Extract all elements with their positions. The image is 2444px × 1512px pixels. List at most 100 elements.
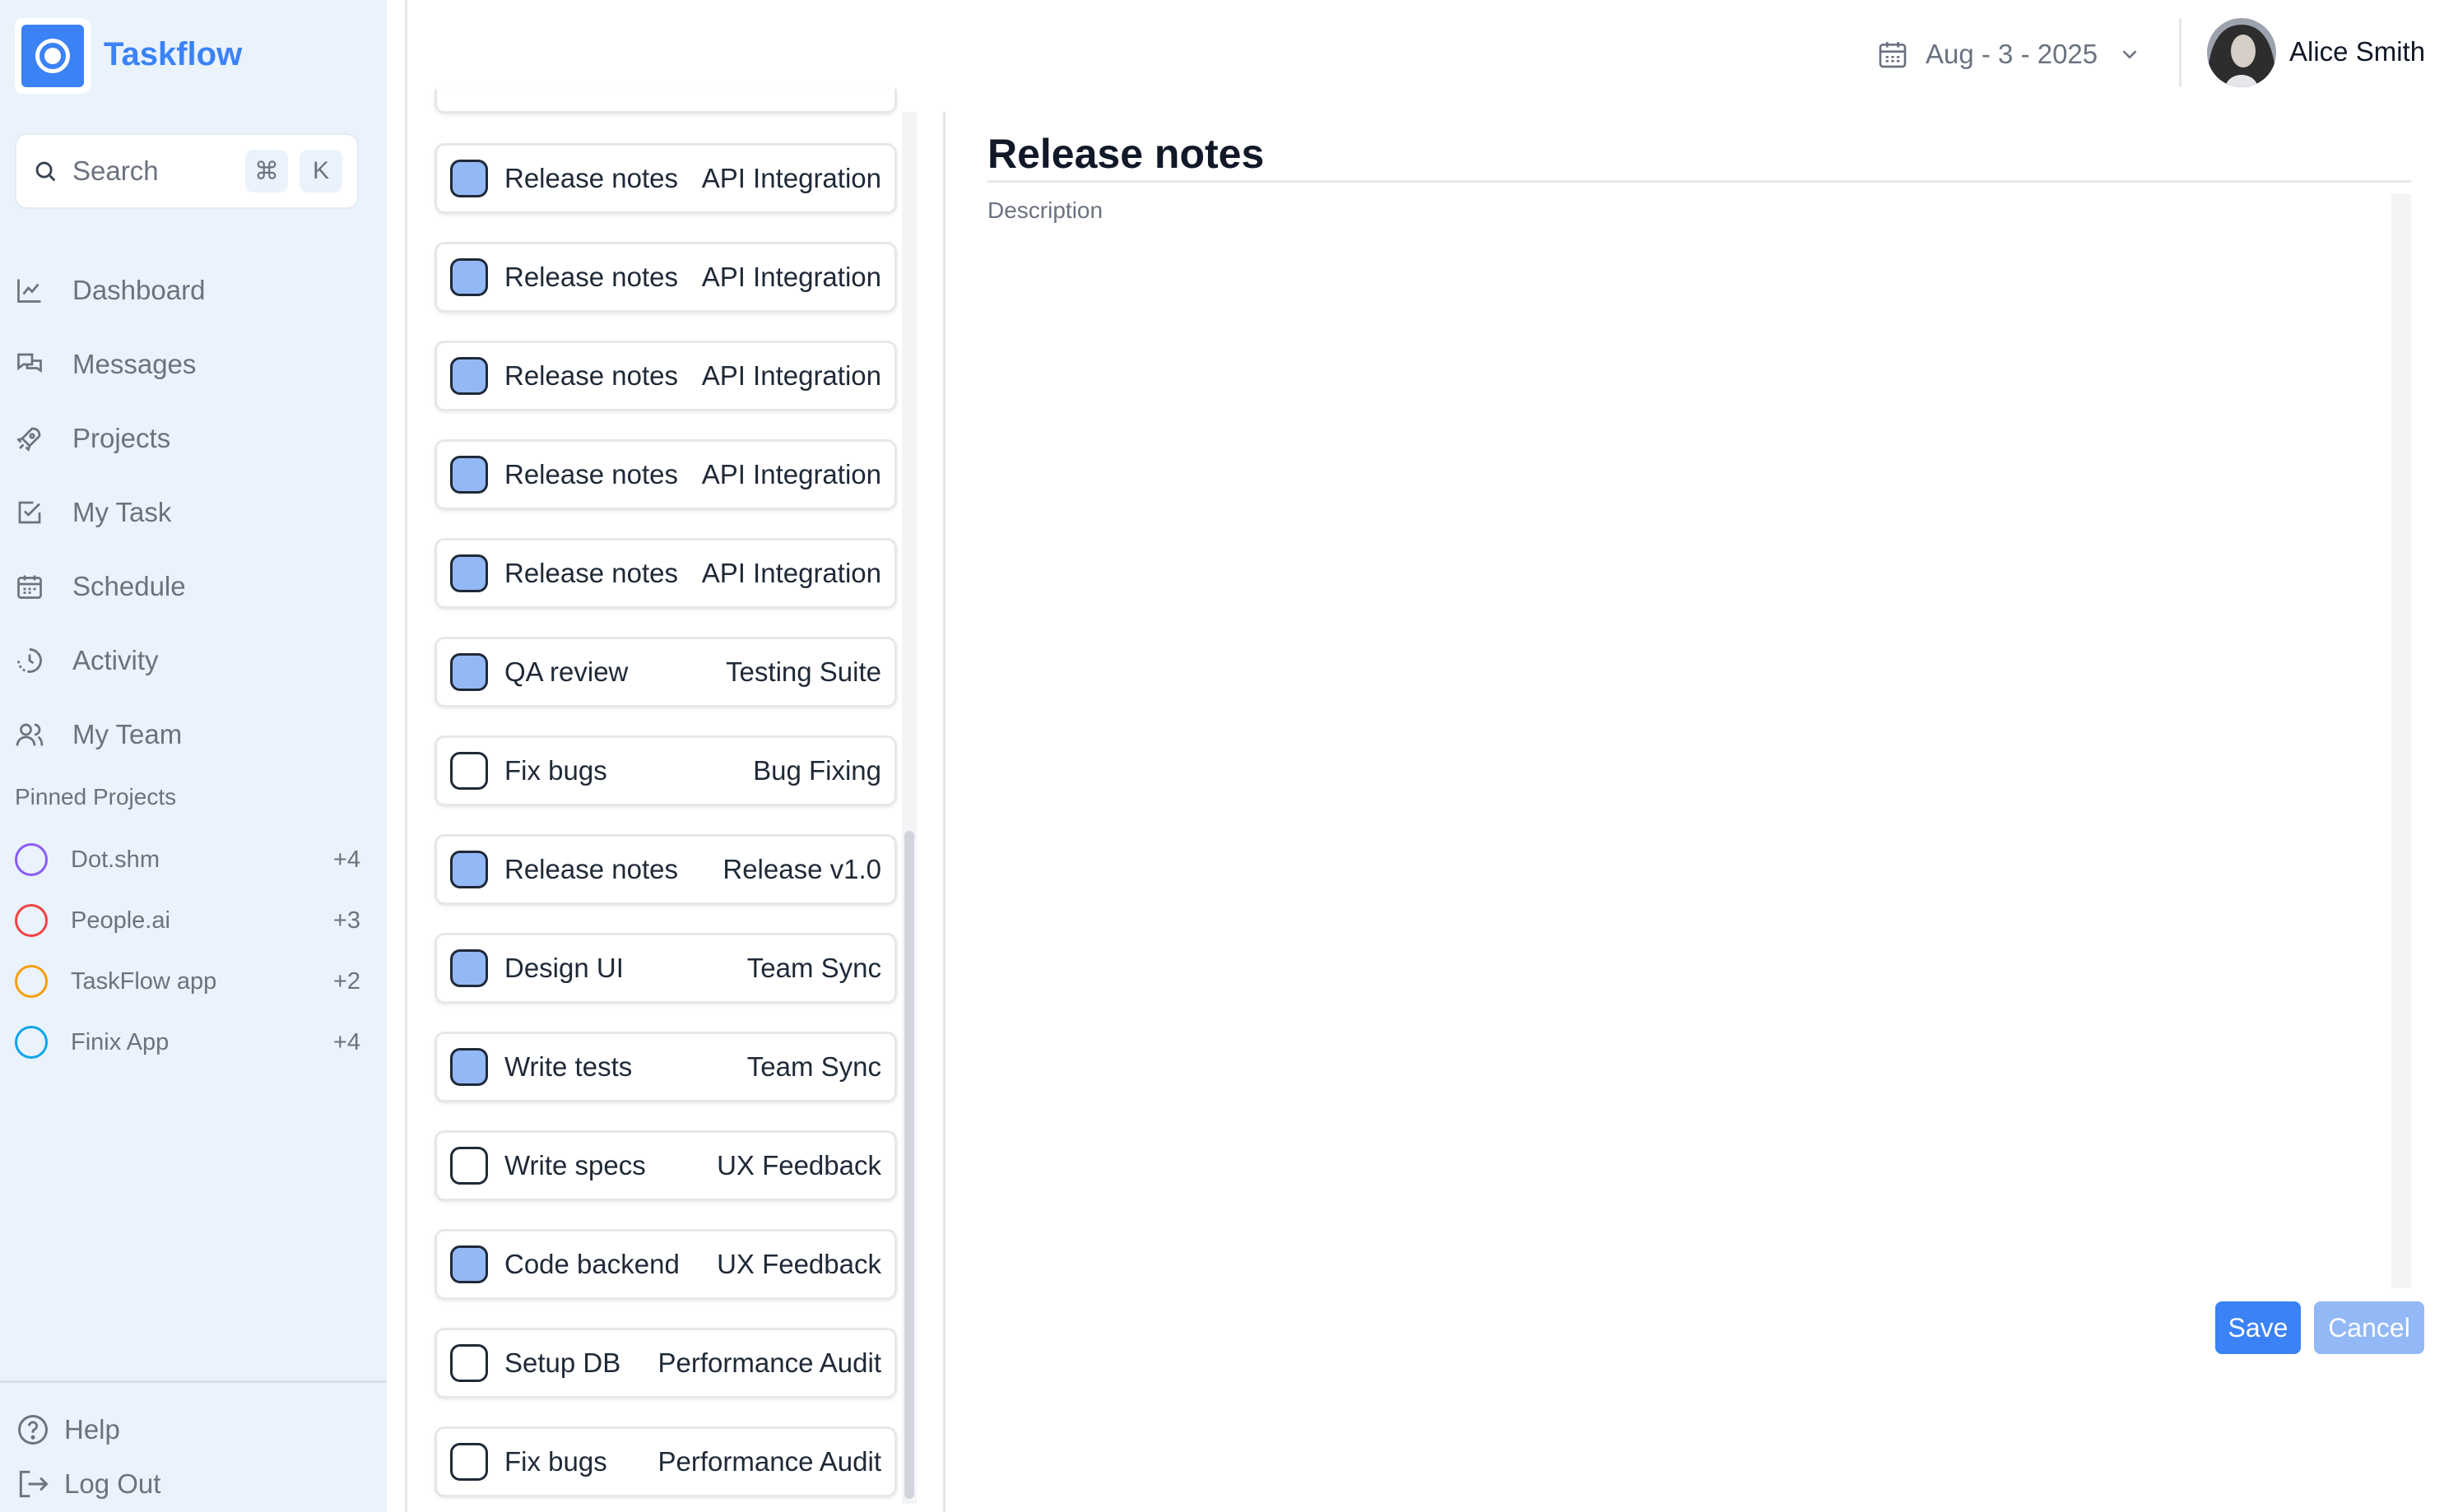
task-checkbox[interactable]	[450, 653, 488, 691]
task-project: Performance Audit	[657, 1446, 881, 1477]
task-checkbox[interactable]	[450, 357, 488, 395]
task-project: API Integration	[701, 163, 881, 193]
sidebar-gap	[387, 0, 405, 1512]
task-card[interactable]: Release notes API Integration	[434, 242, 897, 313]
task-checkbox[interactable]	[450, 1048, 488, 1086]
pinned-project-item[interactable]: People.ai +3	[15, 890, 360, 951]
task-project: Bug Fixing	[753, 755, 881, 786]
nav-item-messages[interactable]: Messages	[15, 327, 369, 401]
project-color-icon	[15, 1026, 48, 1059]
task-checkbox[interactable]	[450, 851, 488, 888]
task-checkbox[interactable]	[450, 1245, 488, 1283]
task-checkbox[interactable]	[450, 1443, 488, 1481]
task-checkbox[interactable]	[450, 1344, 488, 1382]
task-card[interactable]: Release notes API Integration	[434, 341, 897, 411]
task-checkbox[interactable]	[450, 949, 488, 987]
task-card[interactable]: Fix bugs Performance Audit	[434, 1426, 897, 1497]
task-title: Release notes	[504, 854, 678, 884]
task-card[interactable]: Write tests Team Sync	[434, 1032, 897, 1102]
nav-item-my-team[interactable]: My Team	[15, 698, 369, 772]
task-checkbox[interactable]	[450, 1147, 488, 1185]
task-title: Design UI	[504, 953, 624, 983]
checkbox-icon	[18, 501, 41, 524]
task-title: Write tests	[504, 1051, 633, 1082]
logo-icon	[15, 18, 91, 94]
task-title: Release notes	[504, 163, 678, 193]
pinned-project-count: +2	[332, 967, 360, 995]
task-checkbox[interactable]	[450, 554, 488, 592]
task-project: Release v1.0	[723, 854, 881, 884]
task-checkbox[interactable]	[450, 456, 488, 494]
pinned-project-count: +4	[332, 846, 360, 873]
task-title: QA review	[504, 656, 629, 687]
task-card[interactable]: Setup DB Performance Audit	[434, 1328, 897, 1398]
divider	[2179, 18, 2181, 87]
search-input[interactable]: Search	[72, 155, 234, 187]
nav-label: Dashboard	[72, 275, 206, 305]
pinned-project-name: People.ai	[71, 907, 170, 934]
avatar[interactable]	[2207, 18, 2276, 87]
task-title: Release notes	[504, 459, 678, 489]
nav-label: Schedule	[72, 571, 186, 601]
nav-item-activity[interactable]: Activity	[15, 624, 369, 698]
history-icon	[17, 648, 42, 673]
rocket-icon	[16, 427, 41, 452]
cancel-button[interactable]: Cancel	[2314, 1301, 2424, 1354]
task-title: Setup DB	[504, 1347, 621, 1378]
description-scrollbar[interactable]	[2391, 194, 2411, 1288]
pinned-projects-list: Dot.shm +4 People.ai +3 TaskFlow app +2 …	[15, 829, 360, 1073]
calendar-icon	[1879, 42, 1907, 68]
help-link[interactable]: Help	[15, 1412, 120, 1448]
divider	[943, 112, 946, 1512]
save-button[interactable]: Save	[2215, 1301, 2301, 1354]
pinned-project-item[interactable]: Dot.shm +4	[15, 829, 360, 890]
date-picker[interactable]: Aug - 3 - 2025	[1876, 31, 2142, 77]
description-placeholder: Description	[987, 197, 1104, 223]
task-project: Performance Audit	[657, 1347, 881, 1378]
main-nav: Dashboard Messages Projects My Task Sche…	[15, 253, 369, 772]
task-card[interactable]: Release notes Release v1.0	[434, 834, 897, 905]
project-color-icon	[15, 843, 48, 876]
description-textarea[interactable]	[987, 194, 2411, 1288]
task-card[interactable]: Fix bugs Bug Fixing	[434, 735, 897, 806]
nav-item-projects[interactable]: Projects	[15, 401, 369, 475]
task-card[interactable]: QA review Testing Suite	[434, 637, 897, 707]
scrollbar-thumb[interactable]	[904, 831, 914, 1499]
chat-icon	[17, 353, 42, 373]
pinned-project-count: +4	[332, 1028, 360, 1055]
task-project: API Integration	[701, 459, 881, 489]
task-checkbox[interactable]	[450, 752, 488, 790]
task-card[interactable]: Write specs UX Feedback	[434, 1130, 897, 1201]
task-project: API Integration	[701, 558, 881, 588]
task-checkbox[interactable]	[450, 160, 488, 197]
task-list: Release notes API Integration Release no…	[426, 112, 900, 1512]
task-project: UX Feedback	[717, 1249, 881, 1279]
task-title-heading[interactable]: Release notes	[987, 130, 2411, 183]
nav-item-dashboard[interactable]: Dashboard	[15, 253, 369, 327]
shortcut-k-key: K	[300, 150, 342, 192]
nav-label: My Team	[72, 719, 183, 749]
sidebar: Taskflow Search ⌘ K Dashboard Messages P…	[0, 0, 387, 1512]
task-title: Write specs	[504, 1150, 646, 1180]
nav-item-schedule[interactable]: Schedule	[15, 550, 369, 624]
task-project: Team Sync	[746, 1051, 881, 1082]
task-project: Testing Suite	[726, 656, 881, 687]
task-card[interactable]: Release notes API Integration	[434, 538, 897, 609]
task-title: Code backend	[504, 1249, 680, 1279]
divider	[0, 1380, 387, 1383]
nav-label: Projects	[72, 423, 171, 453]
search-bar[interactable]: Search ⌘ K	[15, 133, 359, 209]
task-checkbox[interactable]	[450, 258, 488, 296]
app-name: Taskflow	[104, 36, 243, 72]
pinned-project-item[interactable]: Finix App +4	[15, 1012, 360, 1073]
task-project: API Integration	[701, 262, 881, 292]
task-project: API Integration	[701, 360, 881, 391]
task-card[interactable]: Release notes API Integration	[434, 439, 897, 510]
users-icon	[16, 723, 44, 746]
task-card[interactable]: Release notes API Integration	[434, 143, 897, 214]
task-card[interactable]: Design UI Team Sync	[434, 933, 897, 1004]
logout-link[interactable]: Log Out	[15, 1466, 160, 1502]
pinned-project-item[interactable]: TaskFlow app +2	[15, 951, 360, 1012]
task-card[interactable]: Code backend UX Feedback	[434, 1229, 897, 1300]
nav-item-my-task[interactable]: My Task	[15, 475, 369, 550]
